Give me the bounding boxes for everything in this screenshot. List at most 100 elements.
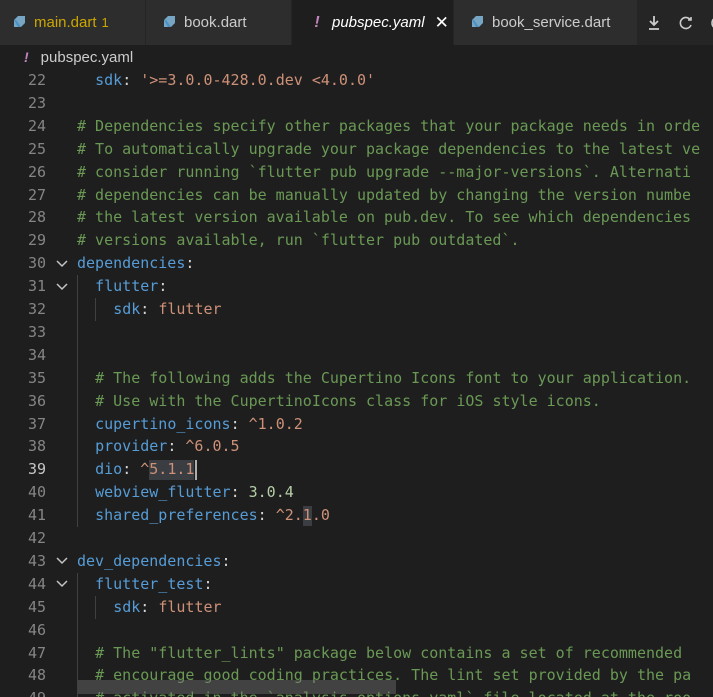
tab-pubspec-yaml[interactable]: ! pubspec.yaml ✕ <box>292 0 454 45</box>
code-line[interactable]: 38 provider: ^6.0.5 <box>0 435 713 458</box>
code-text: flutter_test: <box>95 573 212 596</box>
code-text: # the latest version available on pub.de… <box>77 206 691 229</box>
code-token: flutter <box>158 597 222 616</box>
code-line[interactable]: 26 # consider running `flutter pub upgrad… <box>0 161 713 184</box>
code-line[interactable]: 44 flutter_test: <box>0 573 713 596</box>
line-number: 40 <box>27 483 46 502</box>
code-line[interactable]: 45 sdk: flutter <box>0 596 713 619</box>
code-token: 3.0.4 <box>248 483 294 502</box>
code-line[interactable]: 43 dev_dependencies: <box>0 550 713 573</box>
line-number: 26 <box>27 162 46 181</box>
code-text: dependencies: <box>77 252 194 275</box>
code-line[interactable]: 31 flutter: <box>0 275 713 298</box>
code-text: # Dependencies specify other packages th… <box>77 115 700 138</box>
code-token: ^1.0.2 <box>248 414 303 433</box>
code-token: : <box>122 460 141 479</box>
chevron-down-icon[interactable] <box>52 573 72 596</box>
code-line[interactable]: 41 shared_preferences: ^2.1.0 <box>0 504 713 527</box>
tab-main-dart[interactable]: main.dart 1 <box>0 0 146 45</box>
code-token: sdk <box>95 71 123 89</box>
code-line[interactable]: 37 cupertino_icons: ^1.0.2 <box>0 413 713 436</box>
code-line[interactable]: 25 # To automatically upgrade your packag… <box>0 138 713 161</box>
code-token: : <box>158 277 168 296</box>
code-editor[interactable]: 22 sdk: '>=3.0.0-428.0.dev <4.0.0' 23 24 # D… <box>0 69 713 697</box>
code-line[interactable]: 36 # Use with the CupertinoIcons class fo… <box>0 390 713 413</box>
code-token: ^2.1.0 <box>275 506 330 525</box>
line-number: 44 <box>27 574 46 593</box>
code-line[interactable]: 39 dio: ^5.1.1 <box>0 458 713 481</box>
code-line[interactable]: 42 <box>0 527 713 550</box>
code-text: # consider running `flutter pub upgrade … <box>77 161 691 184</box>
tab-label: main.dart <box>34 14 97 31</box>
line-number: 27 <box>27 185 46 204</box>
code-line[interactable]: 29 # versions available, run `flutter pub… <box>0 229 713 252</box>
chevron-down-icon[interactable] <box>52 275 72 298</box>
code-token: sdk <box>113 597 141 616</box>
code-text: # Use with the CupertinoIcons class for … <box>95 390 601 413</box>
code-line[interactable]: 47 # The "flutter_lints" package below co… <box>0 642 713 665</box>
refresh-icon[interactable] <box>670 15 702 31</box>
code-token: : <box>140 300 159 318</box>
indent-guide <box>95 298 97 321</box>
code-text: # versions available, run `flutter pub o… <box>77 229 520 252</box>
code-token: cupertino_icons <box>95 414 231 433</box>
tab-book-dart[interactable]: book.dart <box>146 0 292 45</box>
code-line[interactable]: 28 # the latest version available on pub.… <box>0 206 713 229</box>
code-token: : <box>185 254 195 273</box>
code-text: webview_flutter: 3.0.4 <box>95 481 294 504</box>
code-token: # Dependencies specify other packages th… <box>77 116 701 135</box>
code-line[interactable]: 34 <box>0 344 713 367</box>
indent-guide <box>95 595 97 619</box>
line-number: 32 <box>27 300 46 318</box>
line-number: 24 <box>27 116 46 135</box>
code-line[interactable]: 23 <box>0 92 713 115</box>
line-number: 23 <box>27 93 46 112</box>
code-token: flutter_test <box>95 574 204 593</box>
indent-guide <box>77 572 78 697</box>
code-line[interactable]: 32 sdk: flutter <box>0 298 713 321</box>
horizontal-scrollbar[interactable] <box>78 680 396 694</box>
line-number: 34 <box>27 345 46 364</box>
code-text: # The following adds the Cupertino Icons… <box>95 367 691 390</box>
code-line[interactable]: 46 <box>0 619 713 642</box>
code-text: # To automatically upgrade your package … <box>77 138 700 161</box>
code-text: sdk: flutter <box>113 298 221 321</box>
line-number: 47 <box>27 643 46 662</box>
editor-actions <box>638 0 713 45</box>
more-icon[interactable] <box>702 15 713 31</box>
tab-book-service-dart[interactable]: book_service.dart <box>454 0 638 45</box>
close-icon[interactable]: ✕ <box>435 13 449 33</box>
code-text: dev_dependencies: <box>77 550 231 573</box>
code-line[interactable]: 24 # Dependencies specify other packages … <box>0 115 713 138</box>
code-text: cupertino_icons: ^1.0.2 <box>95 413 303 436</box>
code-token: # To automatically upgrade your package … <box>77 139 701 158</box>
line-number: 29 <box>27 231 46 250</box>
chevron-down-icon[interactable] <box>52 550 72 573</box>
code-token: flutter <box>95 277 159 296</box>
chevron-down-icon[interactable] <box>52 252 72 275</box>
code-line[interactable]: 40 webview_flutter: 3.0.4 <box>0 481 713 504</box>
code-token: # Use with the CupertinoIcons class for … <box>95 391 601 410</box>
line-number: 49 <box>0 687 46 697</box>
code-text: flutter: <box>95 275 167 298</box>
line-number: 38 <box>27 437 46 456</box>
code-line[interactable]: 27 # dependencies can be manually updated… <box>0 184 713 207</box>
code-token: # The following adds the Cupertino Icons… <box>95 368 692 387</box>
line-number: 41 <box>27 506 46 525</box>
code-line[interactable]: 30 dependencies: <box>0 252 713 275</box>
code-line[interactable]: 22 sdk: '>=3.0.0-428.0.dev <4.0.0' <box>0 69 713 92</box>
breadcrumb-file[interactable]: pubspec.yaml <box>41 49 134 66</box>
dart-icon <box>162 15 176 30</box>
line-number: 46 <box>27 620 46 639</box>
code-text: dio: ^5.1.1 <box>95 458 194 481</box>
code-line[interactable]: 33 <box>0 321 713 344</box>
code-token: : <box>203 574 213 593</box>
problem-count-badge: 1 <box>101 15 109 30</box>
code-token: # consider running `flutter pub upgrade … <box>77 162 692 181</box>
line-number: 36 <box>27 391 46 410</box>
code-token: : <box>230 414 249 433</box>
code-token: sdk <box>113 300 141 318</box>
tab-bar: main.dart 1 book.dart ! pubspec.yaml ✕ b… <box>0 0 713 45</box>
download-icon[interactable] <box>638 15 670 31</box>
code-line[interactable]: 35 # The following adds the Cupertino Ico… <box>0 367 713 390</box>
